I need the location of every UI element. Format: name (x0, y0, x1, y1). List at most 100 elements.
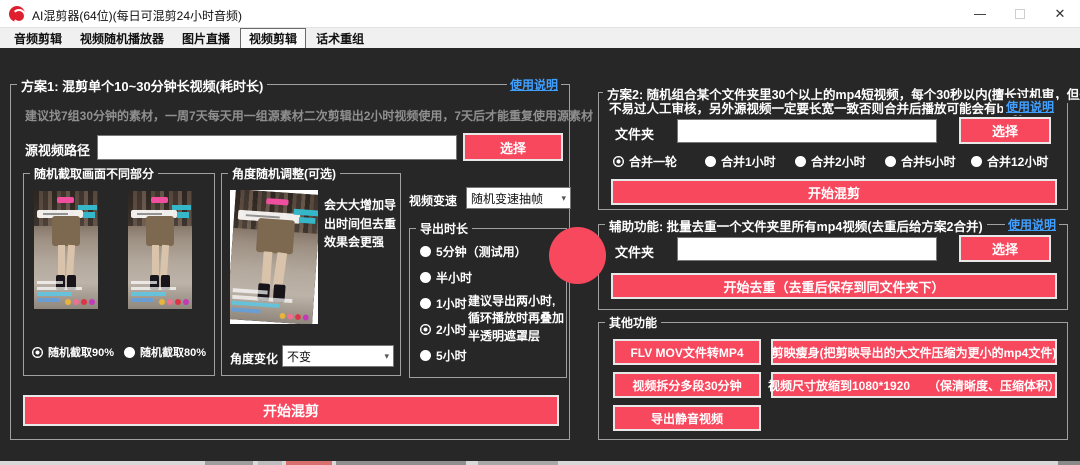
plan2-help-link[interactable]: 使用说明 (1003, 98, 1057, 115)
plan2-folder-input[interactable] (677, 119, 937, 143)
radio-unselected-icon (420, 272, 431, 283)
radio-merge-12h[interactable]: 合并12小时 (971, 153, 1048, 170)
plan2-title-line2: 不易过人工审核，另外源视频一定要长宽一致否则合并后播放可能会有bug) (609, 98, 1024, 117)
radio-selected-icon (32, 347, 43, 358)
taskbar-strip (0, 461, 1080, 465)
thumb-chat-line (37, 281, 63, 285)
radio-duration-halfhour[interactable]: 半小时 (420, 269, 472, 286)
export-muted-video-button[interactable]: 导出静音视频 (613, 405, 761, 431)
speed-dropdown[interactable]: 随机变速抽帧 ▾ (466, 187, 571, 209)
minimize-icon (974, 14, 986, 15)
dedupe-help-link[interactable]: 使用说明 (1005, 216, 1059, 233)
source-path-input[interactable] (97, 135, 457, 160)
app-logo-icon (9, 6, 25, 22)
chevron-down-icon: ▾ (384, 351, 389, 362)
thumb-person (146, 216, 174, 247)
thumb-badge (151, 197, 168, 203)
close-icon: ✕ (1040, 6, 1080, 22)
angle-groupbox: 角度随机调整(可选) 会大大增加导出时间但去重效果会更强 (221, 173, 401, 376)
thumb-tag (299, 217, 316, 224)
thumb-tag (83, 212, 96, 217)
radio-crop-80[interactable]: 随机截取80% (124, 344, 206, 360)
thumb-person (256, 218, 296, 254)
dedupe-start-button[interactable]: 开始去重（去重后保存到同文件夹下） (611, 273, 1057, 299)
tab-bar: 音频剪辑 视频随机播放器 图片直播 视频剪辑 话术重组 (0, 28, 1080, 48)
plan1-hint: 建议找7组30分钟的素材，一周7天每天用一组源素材二次剪辑出2小时视频使用，7天… (25, 107, 593, 124)
radio-unselected-icon (420, 350, 431, 361)
plan2-groupbox: 方案2: 随机组合某个文件夹里30个以上的mp4短视频，每个30秒以内(擅长过机… (598, 92, 1068, 210)
radio-duration-5min[interactable]: 5分钟（测试用） (420, 243, 527, 260)
crop-group-title: 随机截取画面不同部分 (30, 165, 158, 182)
minimize-button[interactable] (960, 0, 1000, 28)
angle-change-dropdown[interactable]: 不变 ▾ (282, 345, 394, 367)
dedupe-title: 辅助功能: 批量去重一个文件夹里所有mp4视频(去重后给方案2合并) (605, 216, 987, 235)
duration-note: 建议导出两小时,循环播放时再叠加半透明遮罩层 (468, 293, 564, 345)
radio-unselected-icon (795, 156, 806, 167)
plan2-start-button[interactable]: 开始混剪 (611, 179, 1057, 205)
thumb-chat-line (37, 292, 72, 296)
speed-label: 视频变速 (409, 192, 457, 209)
thumb-leg (58, 245, 65, 278)
tab-random-player[interactable]: 视频随机播放器 (72, 29, 172, 48)
plan1-help-link[interactable]: 使用说明 (507, 76, 561, 93)
flv-mov-to-mp4-button[interactable]: FLV MOV文件转MP4 (613, 339, 761, 365)
thumb-chat-line (37, 298, 59, 302)
thumb-chat-line (37, 287, 82, 291)
app-window: AI混剪器(64位)(每日可混剪24小时音频) ✕ 音频剪辑 视频随机播放器 图… (0, 0, 1080, 465)
plan1-groupbox: 方案1: 混剪单个10~30分钟长视频(耗时长) 使用说明 建议找7组30分钟的… (10, 84, 570, 440)
radio-unselected-icon (420, 246, 431, 257)
resize-1080x1920-button[interactable]: 视频尺寸放缩到1080*1920 （保清晰度、压缩体积） (771, 372, 1057, 398)
others-title: 其他功能 (605, 314, 661, 331)
thumb-tag (78, 205, 97, 210)
tab-image-live[interactable]: 图片直播 (174, 29, 238, 48)
close-button[interactable]: ✕ (1040, 0, 1080, 28)
chevron-down-icon: ▾ (561, 193, 566, 204)
taskbar-item (258, 461, 282, 465)
plan1-title: 方案1: 混剪单个10~30分钟长视频(耗时长) (17, 76, 267, 95)
radio-unselected-icon (420, 298, 431, 309)
main-panel: 方案1: 混剪单个10~30分钟长视频(耗时长) 使用说明 建议找7组30分钟的… (0, 48, 1080, 461)
dedupe-choose-button[interactable]: 选择 (959, 235, 1051, 262)
taskbar-item (1058, 461, 1080, 465)
video-thumbnail-80 (128, 191, 192, 309)
thumb-rotated (230, 190, 318, 324)
jianying-shrink-button[interactable]: 剪映瘦身(把剪映导出的大文件压缩为更小的mp4文件) (771, 339, 1057, 365)
plan1-start-button[interactable]: 开始混剪 (23, 395, 559, 426)
radio-merge-1h[interactable]: 合并1小时 (705, 153, 776, 170)
maximize-button[interactable] (1000, 0, 1040, 28)
radio-selected-icon (420, 324, 431, 335)
thumb-chat-line (131, 292, 166, 296)
crop-groupbox: 随机截取画面不同部分 (23, 173, 215, 376)
window-title: AI混剪器(64位)(每日可混剪24小时音频) (32, 7, 242, 24)
radio-duration-5h[interactable]: 5小时 (420, 347, 467, 364)
dedupe-groupbox: 辅助功能: 批量去重一个文件夹里所有mp4视频(去重后给方案2合并) 使用说明 … (598, 224, 1068, 310)
taskbar-item (336, 461, 466, 465)
taskbar-item (205, 461, 253, 465)
tab-script-remix[interactable]: 话术重组 (308, 29, 372, 48)
maximize-icon (1015, 9, 1025, 19)
radio-merge-one-round[interactable]: 合并一轮 (613, 153, 677, 170)
thumb-chat-line (131, 287, 176, 291)
tab-audio-edit[interactable]: 音频剪辑 (6, 29, 70, 48)
radio-duration-2h[interactable]: 2小时 (420, 321, 467, 338)
thumb-gift-icons (65, 299, 95, 305)
duration-group-title: 导出时长 (416, 220, 472, 237)
dedupe-folder-label: 文件夹 (615, 242, 654, 261)
radio-unselected-icon (124, 347, 135, 358)
angle-note: 会大大增加导出时间但去重效果会更强 (324, 196, 398, 252)
taskbar-item (478, 461, 558, 465)
dedupe-folder-input[interactable] (677, 237, 937, 261)
plan2-choose-button[interactable]: 选择 (959, 117, 1051, 144)
split-30min-button[interactable]: 视频拆分多段30分钟 (613, 372, 761, 398)
thumb-leg (152, 245, 159, 278)
tab-video-edit[interactable]: 视频剪辑 (240, 28, 306, 49)
radio-merge-5h[interactable]: 合并5小时 (885, 153, 956, 170)
radio-duration-1h[interactable]: 1小时 (420, 295, 467, 312)
taskbar-item (286, 461, 332, 465)
radio-merge-2h[interactable]: 合并2小时 (795, 153, 866, 170)
title-bar: AI混剪器(64位)(每日可混剪24小时音频) ✕ (0, 0, 1080, 28)
thumb-gift-icons (159, 299, 189, 305)
radio-unselected-icon (705, 156, 716, 167)
source-path-choose-button[interactable]: 选择 (463, 133, 563, 161)
radio-crop-90[interactable]: 随机截取90% (32, 344, 114, 360)
